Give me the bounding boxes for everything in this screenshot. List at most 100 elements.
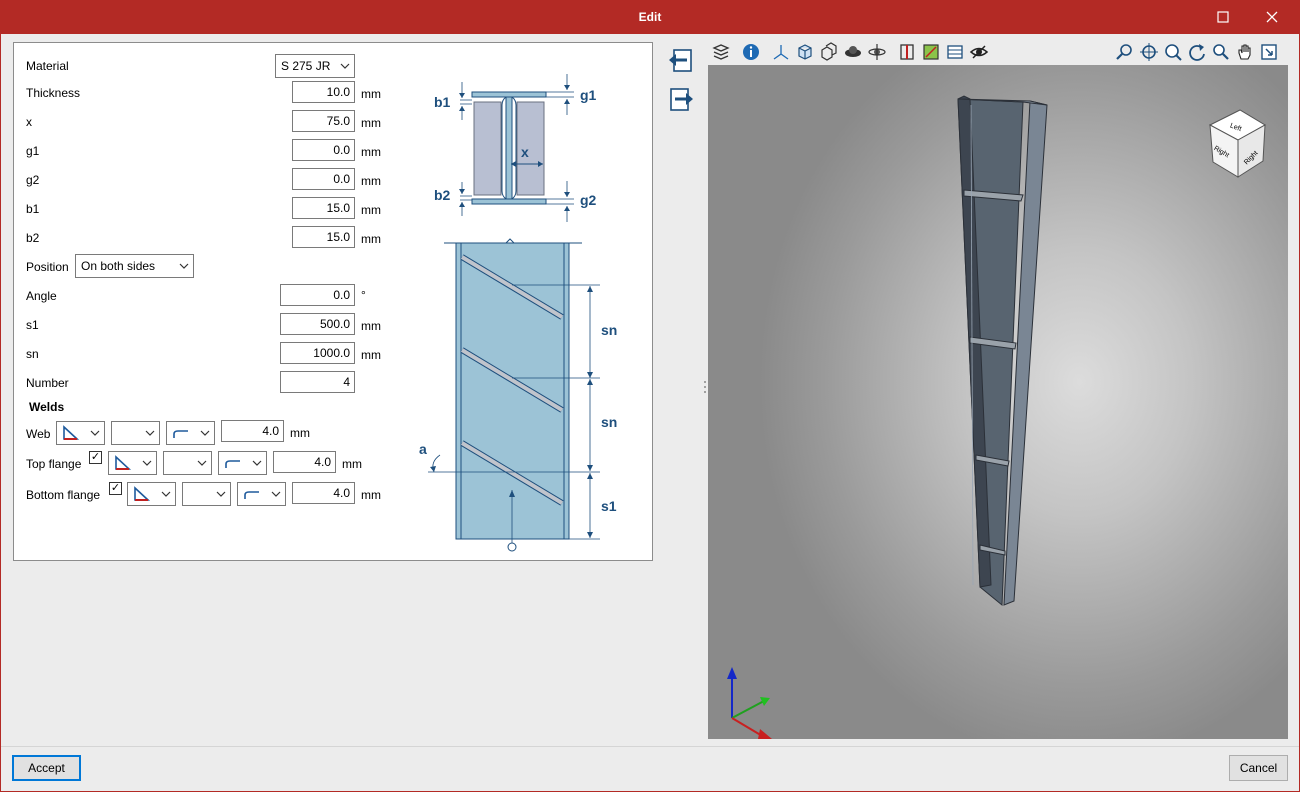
top-flange-weld-type-select[interactable]: [108, 451, 157, 475]
g2-label: g2: [26, 173, 40, 187]
export-icon: [670, 88, 693, 111]
s1-unit: mm: [361, 319, 381, 333]
thickness-unit: mm: [361, 87, 381, 101]
top-flange-weld-label: Top flange: [26, 457, 82, 471]
g1-label: g1: [26, 144, 40, 158]
export-button[interactable]: [665, 85, 697, 115]
zoom-icon[interactable]: [1211, 42, 1231, 62]
chevron-down-icon: [271, 491, 281, 497]
visibility-icon[interactable]: [969, 42, 989, 62]
web-weld-type-select[interactable]: [56, 421, 105, 445]
fillet-weld-icon: [115, 455, 132, 470]
angle-label: Angle: [26, 289, 57, 303]
section-icon[interactable]: [897, 42, 917, 62]
viewer-toolbar: [707, 39, 1289, 65]
x-input[interactable]: 75.0: [292, 110, 355, 132]
grid-icon[interactable]: [921, 42, 941, 62]
zoom-window-icon[interactable]: [1163, 42, 1183, 62]
chevron-down-icon: [142, 460, 152, 466]
g2-unit: mm: [361, 174, 381, 188]
view-cube[interactable]: Left Right Right: [1208, 109, 1266, 178]
dialog-footer: Accept Cancel: [1, 746, 1299, 791]
rotate-icon[interactable]: [1187, 42, 1207, 62]
chevron-down-icon: [252, 460, 262, 466]
grip-icon: [704, 381, 706, 393]
top-flange-weld-thickness-input[interactable]: 4.0: [273, 451, 336, 473]
x-label: x: [26, 115, 32, 129]
bottom-flange-weld-type-select[interactable]: [127, 482, 176, 506]
s1-input[interactable]: 500.0: [280, 313, 355, 335]
material-label: Material: [26, 59, 69, 73]
number-input[interactable]: 4: [280, 371, 355, 393]
table-icon[interactable]: [945, 42, 965, 62]
bottom-flange-weld-thickness-input[interactable]: 4.0: [292, 482, 355, 504]
diagram-label-x: x: [521, 144, 529, 160]
material-select[interactable]: S 275 JR: [275, 54, 355, 78]
3d-viewport[interactable]: Left Right Right: [708, 65, 1288, 739]
zoom-extents-icon[interactable]: [1139, 42, 1159, 62]
checkmark-icon: ✓: [90, 451, 101, 463]
pan-icon[interactable]: [1235, 42, 1255, 62]
b2-input[interactable]: 15.0: [292, 226, 355, 248]
zoom-previous-icon[interactable]: [1115, 42, 1135, 62]
top-flange-weld-checkbox[interactable]: ✓: [89, 451, 102, 464]
b1-unit: mm: [361, 203, 381, 217]
diagram-label-sn-mid: sn: [601, 414, 617, 430]
accept-button[interactable]: Accept: [12, 755, 81, 781]
cancel-button[interactable]: Cancel: [1229, 755, 1288, 781]
position-label: Position: [26, 260, 69, 274]
info-icon[interactable]: [741, 42, 761, 62]
g1-input[interactable]: 0.0: [292, 139, 355, 161]
web-weld-option-select[interactable]: [111, 421, 160, 445]
fillet-weld-icon: [134, 486, 151, 501]
sn-input[interactable]: 1000.0: [280, 342, 355, 364]
layers-icon[interactable]: [711, 42, 731, 62]
diagram-label-sn-top: sn: [601, 322, 617, 338]
render-icon[interactable]: [843, 42, 863, 62]
wireframe-view-icon[interactable]: [819, 42, 839, 62]
maximize-icon: [1217, 11, 1229, 23]
bottom-flange-weld-profile-select[interactable]: [237, 482, 286, 506]
title-bar: Edit: [0, 0, 1300, 34]
web-weld-label: Web: [26, 427, 51, 441]
sn-label: sn: [26, 347, 39, 361]
weld-profile-icon: [173, 430, 188, 438]
chevron-down-icon: [179, 263, 189, 269]
stiffener-diagram: b1 g1 x b2 g2 sn sn a s1: [394, 50, 644, 553]
fit-icon[interactable]: [1259, 42, 1279, 62]
properties-panel: Material S 275 JR Thickness 10.0 mm x 75…: [13, 42, 653, 561]
web-weld-thickness-input[interactable]: 4.0: [221, 420, 284, 442]
g1-unit: mm: [361, 145, 381, 159]
diagram-label-g1: g1: [580, 87, 597, 103]
bottom-flange-weld-option-select[interactable]: [182, 482, 231, 506]
import-button[interactable]: [665, 46, 697, 76]
bottom-flange-weld-checkbox[interactable]: ✓: [109, 482, 122, 495]
chevron-down-icon: [216, 491, 226, 497]
axes-icon[interactable]: [771, 42, 791, 62]
angle-input[interactable]: 0.0: [280, 284, 355, 306]
diagram-label-b1: b1: [434, 94, 451, 110]
web-weld-profile-select[interactable]: [166, 421, 215, 445]
thickness-input[interactable]: 10.0: [292, 81, 355, 103]
panel-splitter[interactable]: [703, 379, 707, 395]
close-button[interactable]: [1249, 0, 1295, 34]
top-flange-weld-profile-select[interactable]: [218, 451, 267, 475]
maximize-button[interactable]: [1200, 0, 1246, 34]
chevron-down-icon: [90, 430, 100, 436]
top-flange-weld-option-select[interactable]: [163, 451, 212, 475]
orbit-icon[interactable]: [867, 42, 887, 62]
solid-view-icon[interactable]: [795, 42, 815, 62]
material-value: S 275 JR: [281, 59, 331, 73]
position-select[interactable]: On both sides: [75, 254, 194, 278]
number-label: Number: [26, 376, 69, 390]
sn-unit: mm: [361, 348, 381, 362]
b1-input[interactable]: 15.0: [292, 197, 355, 219]
chevron-down-icon: [340, 63, 350, 69]
import-icon: [669, 49, 692, 72]
edit-window: Edit Material S 275 JR Thickness 10.0 mm…: [0, 0, 1300, 792]
g2-input[interactable]: 0.0: [292, 168, 355, 190]
position-value: On both sides: [81, 259, 156, 273]
x-unit: mm: [361, 116, 381, 130]
fillet-weld-icon: [63, 425, 80, 440]
b2-label: b2: [26, 231, 40, 245]
